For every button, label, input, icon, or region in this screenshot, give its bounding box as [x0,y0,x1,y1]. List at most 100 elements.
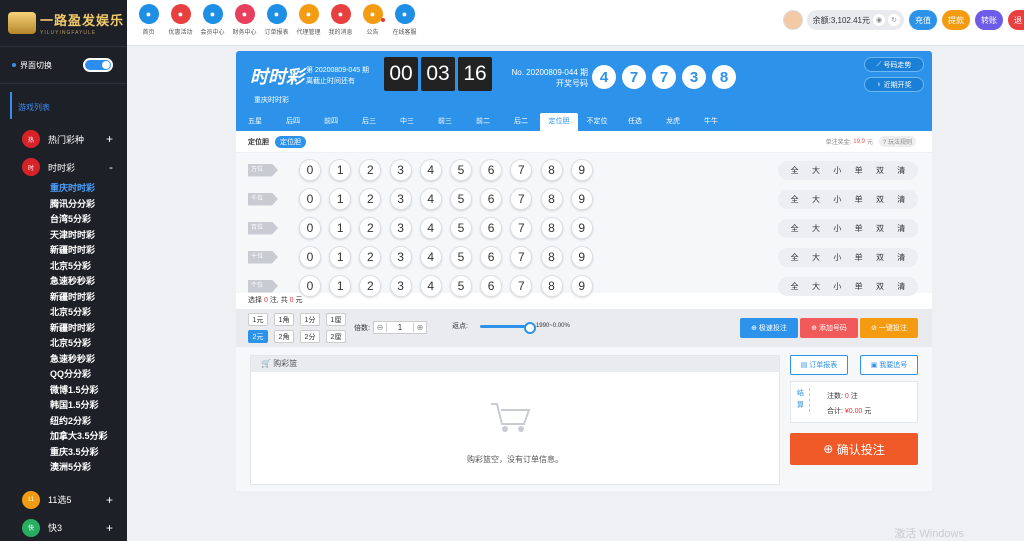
digit-ball[interactable]: 1 [329,246,352,268]
digit-ball[interactable]: 5 [449,188,472,210]
digit-ball[interactable]: 8 [540,275,563,297]
digit-ball[interactable]: 7 [510,188,533,210]
unit-button[interactable]: 1角 [274,313,294,326]
digit-ball[interactable]: 8 [540,159,563,181]
tab-play[interactable]: 五星 [236,113,274,131]
nav-item-2[interactable]: ● 会员中心 [199,4,226,36]
sidebar-game-item[interactable]: 腾讯分分彩 [50,197,127,213]
tab-play[interactable]: 定位胆 [540,113,578,131]
quick-select-option[interactable]: 单 [855,223,863,234]
category-hot[interactable]: 热 热门彩种 + [0,125,127,153]
digit-ball[interactable]: 7 [510,246,533,268]
digit-ball[interactable]: 2 [359,246,382,268]
sidebar-game-item[interactable]: 纽约2分彩 [50,414,127,430]
avatar[interactable] [782,10,803,30]
digit-ball[interactable]: 7 [510,275,533,297]
digit-ball[interactable]: 0 [299,159,321,181]
tab-play[interactable]: 后四 [274,113,312,131]
multiplier-value[interactable]: 1 [385,323,414,332]
digit-ball[interactable]: 0 [299,275,321,297]
digit-ball[interactable]: 8 [540,217,563,239]
sidebar-game-item[interactable]: 天津时时彩 [50,228,127,244]
digit-ball[interactable]: 4 [419,159,442,181]
digit-ball[interactable]: 2 [359,217,382,239]
plus-icon[interactable]: ⊕ [414,323,426,332]
digit-ball[interactable]: 4 [419,275,442,297]
digit-ball[interactable]: 6 [480,217,503,239]
quick-select-option[interactable]: 单 [855,165,863,176]
nav-item-5[interactable]: ● 代理管理 [295,4,322,36]
play-pill[interactable]: 定位胆 [275,135,306,148]
tab-play[interactable]: 中三 [388,113,426,131]
digit-ball[interactable]: 5 [449,217,472,239]
digit-ball[interactable]: 0 [299,188,321,210]
quick-select-option[interactable]: 双 [876,281,884,292]
unit-button[interactable]: 2角 [274,330,294,343]
digit-ball[interactable]: 9 [570,188,593,210]
quick-select-option[interactable]: 全 [791,252,799,263]
quick-select-option[interactable]: 全 [791,165,799,176]
unit-button[interactable]: 2元 [248,330,268,343]
quick-select-option[interactable]: 大 [812,252,820,263]
quick-select-option[interactable]: 双 [876,194,884,205]
unit-button[interactable]: 1分 [300,313,320,326]
quick-select-option[interactable]: 单 [855,252,863,263]
withdraw-button[interactable]: 提款 [942,10,970,30]
site-logo[interactable]: 一路盈发娱乐 YILUYINGFAYULE [0,0,127,46]
quick-select-option[interactable]: 大 [812,281,820,292]
digit-ball[interactable]: 9 [570,217,593,239]
digit-ball[interactable]: 6 [480,188,503,210]
tab-play[interactable]: 前二 [464,113,502,131]
unit-button[interactable]: 2厘 [326,330,346,343]
refresh-icon[interactable]: ↻ [888,14,900,26]
digit-ball[interactable]: 3 [389,246,412,268]
collapse-icon[interactable]: - [109,160,113,174]
sidebar-game-item[interactable]: 澳洲5分彩 [50,460,127,476]
digit-ball[interactable]: 8 [540,188,563,210]
digit-ball[interactable]: 4 [419,188,442,210]
quick-select-option[interactable]: 清 [897,194,905,205]
category-ssc[interactable]: 时 时时彩 - [0,153,127,181]
confirm-bet-button[interactable]: ⊕ 确认投注 [790,433,918,465]
add-number-button[interactable]: ⊕ 添加号码 [800,318,858,338]
tab-play[interactable]: 牛牛 [692,113,730,131]
digit-ball[interactable]: 2 [359,159,382,181]
order-report-button[interactable]: ▤ 订单报表 [790,355,848,375]
expand-icon[interactable]: + [106,132,113,146]
digit-ball[interactable]: 1 [329,275,352,297]
unit-button[interactable]: 1厘 [326,313,346,326]
tab-play[interactable]: 前三 [426,113,464,131]
sidebar-game-item[interactable]: 台湾5分彩 [50,212,127,228]
digit-ball[interactable]: 6 [480,159,503,181]
quick-select-option[interactable]: 双 [876,223,884,234]
sidebar-game-item[interactable]: 北京5分彩 [50,336,127,352]
sidebar-game-item[interactable]: 新疆时时彩 [50,290,127,306]
digit-ball[interactable]: 1 [329,217,352,239]
nav-item-7[interactable]: ● 公告 [359,4,386,36]
quick-select-option[interactable]: 大 [812,165,820,176]
quick-bet-button[interactable]: ⊕ 极速投注 [740,318,798,338]
digit-ball[interactable]: 9 [570,275,593,297]
sidebar-game-item[interactable]: QQ分分彩 [50,367,127,383]
digit-ball[interactable]: 7 [510,159,533,181]
digit-ball[interactable]: 3 [389,217,412,239]
nav-item-4[interactable]: ● 订单报表 [263,4,290,36]
digit-ball[interactable]: 5 [449,159,472,181]
digit-ball[interactable]: 5 [449,246,472,268]
tab-play[interactable]: 不定位 [578,113,616,131]
quick-select-option[interactable]: 清 [897,252,905,263]
quick-select-option[interactable]: 双 [876,252,884,263]
recent-draws-button[interactable]: ♁ 近期开奖 [864,77,924,92]
digit-ball[interactable]: 1 [329,159,352,181]
digit-ball[interactable]: 1 [329,188,352,210]
sidebar-game-item[interactable]: 韩国1.5分彩 [50,398,127,414]
digit-ball[interactable]: 2 [359,188,382,210]
expand-icon[interactable]: + [106,521,113,535]
quick-select-option[interactable]: 小 [833,252,841,263]
logout-button[interactable]: 退 [1008,10,1024,30]
quick-select-option[interactable]: 小 [833,165,841,176]
nav-item-8[interactable]: ● 在线客服 [391,4,418,36]
nav-item-3[interactable]: ● 财务中心 [231,4,258,36]
sidebar-game-item[interactable]: 新疆时时彩 [50,321,127,337]
sidebar-game-item[interactable]: 急速秒秒彩 [50,274,127,290]
